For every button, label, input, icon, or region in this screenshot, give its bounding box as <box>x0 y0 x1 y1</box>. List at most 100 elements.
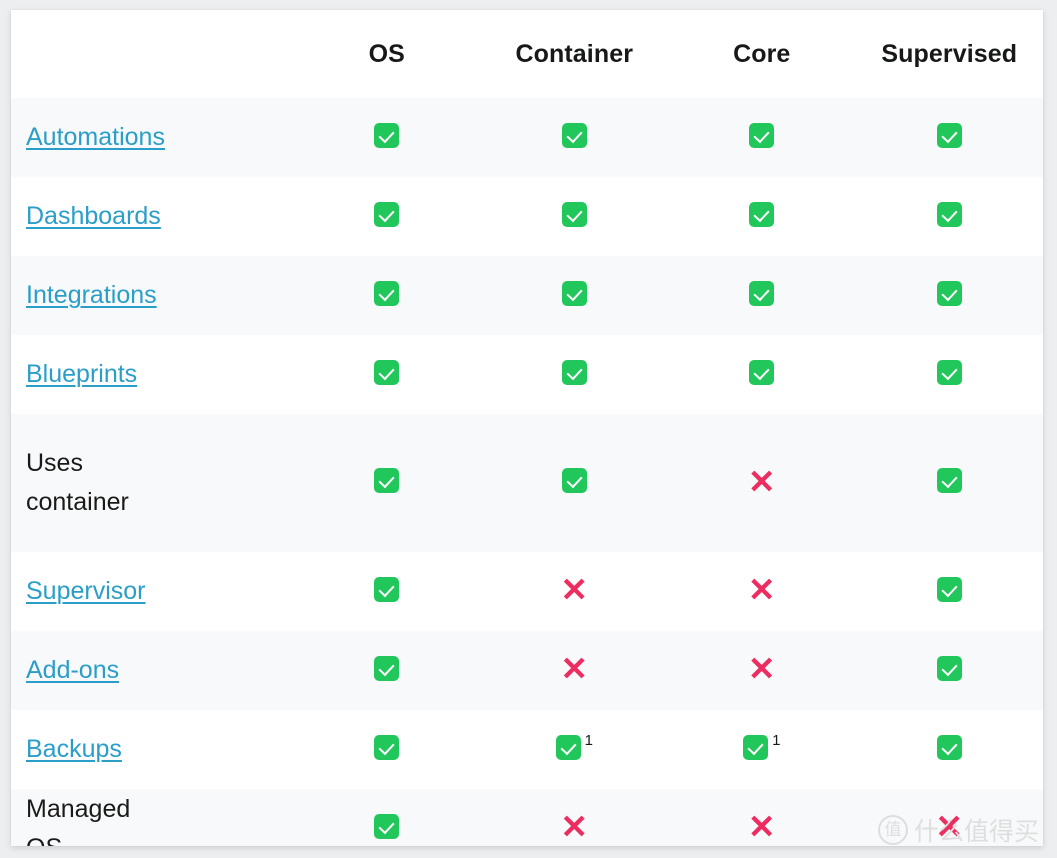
cross-no-icon: ✕ <box>748 656 776 681</box>
check-yes-icon <box>562 360 587 385</box>
support-mark <box>937 468 962 493</box>
support-cell <box>856 414 1044 552</box>
support-mark: ✕ <box>935 814 963 839</box>
support-mark <box>937 281 962 306</box>
support-cell <box>481 177 669 256</box>
feature-cell: Backups <box>11 710 293 789</box>
support-mark <box>374 360 399 385</box>
support-mark <box>937 202 962 227</box>
check-yes-icon <box>562 468 587 493</box>
support-mark <box>374 577 399 602</box>
feature-cell: Managed OS <box>11 789 293 846</box>
check-yes-icon <box>374 577 399 602</box>
support-mark <box>937 735 962 760</box>
feature-cell: Add-ons <box>11 631 293 710</box>
support-mark <box>749 281 774 306</box>
support-cell <box>668 177 856 256</box>
table-row: Managed OS ✕ ✕ ✕ <box>11 789 1043 846</box>
feature-cell: Uses container <box>11 414 293 552</box>
feature-cell: Supervisor <box>11 552 293 631</box>
feature-link-blueprints[interactable]: Blueprints <box>26 360 137 388</box>
feature-link-dashboards[interactable]: Dashboards <box>26 202 161 230</box>
support-mark <box>374 202 399 227</box>
support-mark <box>937 577 962 602</box>
feature-cell: Integrations <box>11 256 293 335</box>
feature-link-integrations[interactable]: Integrations <box>26 281 157 309</box>
support-cell <box>293 98 481 177</box>
support-cell <box>856 710 1044 789</box>
support-mark <box>374 281 399 306</box>
support-cell <box>856 98 1044 177</box>
feature-link-automations[interactable]: Automations <box>26 123 165 151</box>
feature-link-add-ons[interactable]: Add-ons <box>26 656 119 684</box>
cross-no-icon: ✕ <box>935 814 963 839</box>
feature-link-backups[interactable]: Backups <box>26 735 122 763</box>
cross-no-icon: ✕ <box>560 577 588 602</box>
support-cell <box>668 335 856 414</box>
support-mark <box>374 656 399 681</box>
support-cell: 1 <box>668 710 856 789</box>
support-mark <box>562 202 587 227</box>
cross-no-icon: ✕ <box>560 656 588 681</box>
check-yes-icon <box>562 281 587 306</box>
table-row: Uses container ✕ <box>11 414 1043 552</box>
support-cell <box>293 177 481 256</box>
support-cell <box>293 335 481 414</box>
check-yes-icon <box>937 202 962 227</box>
footnote-marker[interactable]: 1 <box>772 733 780 748</box>
cross-no-icon: ✕ <box>748 814 776 839</box>
support-mark: ✕ <box>560 577 588 602</box>
support-mark <box>937 360 962 385</box>
support-cell: ✕ <box>856 789 1044 846</box>
support-mark: ✕ <box>748 656 776 681</box>
check-yes-icon <box>374 202 399 227</box>
check-yes-icon <box>562 123 587 148</box>
support-mark <box>562 468 587 493</box>
column-header-feature <box>11 10 293 98</box>
check-yes-icon <box>374 468 399 493</box>
check-yes-icon <box>374 814 399 839</box>
table-row: Dashboards <box>11 177 1043 256</box>
table-header: OS Container Core Supervised <box>11 10 1043 98</box>
support-cell <box>856 256 1044 335</box>
support-mark <box>937 656 962 681</box>
check-yes-icon <box>937 281 962 306</box>
check-yes-icon <box>374 360 399 385</box>
feature-link-supervisor[interactable]: Supervisor <box>26 577 146 605</box>
check-yes-icon <box>937 468 962 493</box>
support-cell: ✕ <box>668 414 856 552</box>
support-mark <box>749 360 774 385</box>
check-yes-icon <box>937 735 962 760</box>
feature-cell: Automations <box>11 98 293 177</box>
check-yes-icon <box>937 123 962 148</box>
support-mark: 1 <box>743 735 780 760</box>
support-cell <box>668 98 856 177</box>
column-header-core: Core <box>668 10 856 98</box>
support-cell: ✕ <box>668 552 856 631</box>
support-cell: ✕ <box>668 789 856 846</box>
support-mark <box>749 123 774 148</box>
check-yes-icon <box>749 202 774 227</box>
support-mark <box>374 735 399 760</box>
support-cell <box>293 552 481 631</box>
support-mark <box>562 281 587 306</box>
support-cell <box>481 335 669 414</box>
installation-comparison-table: OS Container Core Supervised Automations… <box>11 10 1043 846</box>
support-mark: 1 <box>556 735 593 760</box>
support-mark <box>749 202 774 227</box>
table-row: Automations <box>11 98 1043 177</box>
feature-cell: Dashboards <box>11 177 293 256</box>
footnote-marker[interactable]: 1 <box>585 733 593 748</box>
column-header-container: Container <box>481 10 669 98</box>
table-row: Backups 1 1 <box>11 710 1043 789</box>
support-mark <box>374 123 399 148</box>
check-yes-icon <box>374 735 399 760</box>
support-cell: ✕ <box>481 789 669 846</box>
support-mark: ✕ <box>560 814 588 839</box>
page-root: OS Container Core Supervised Automations… <box>0 0 1057 858</box>
cross-no-icon: ✕ <box>748 577 776 602</box>
support-mark: ✕ <box>748 577 776 602</box>
support-cell: ✕ <box>481 631 669 710</box>
support-cell <box>481 414 669 552</box>
table-row: Supervisor ✕ ✕ <box>11 552 1043 631</box>
